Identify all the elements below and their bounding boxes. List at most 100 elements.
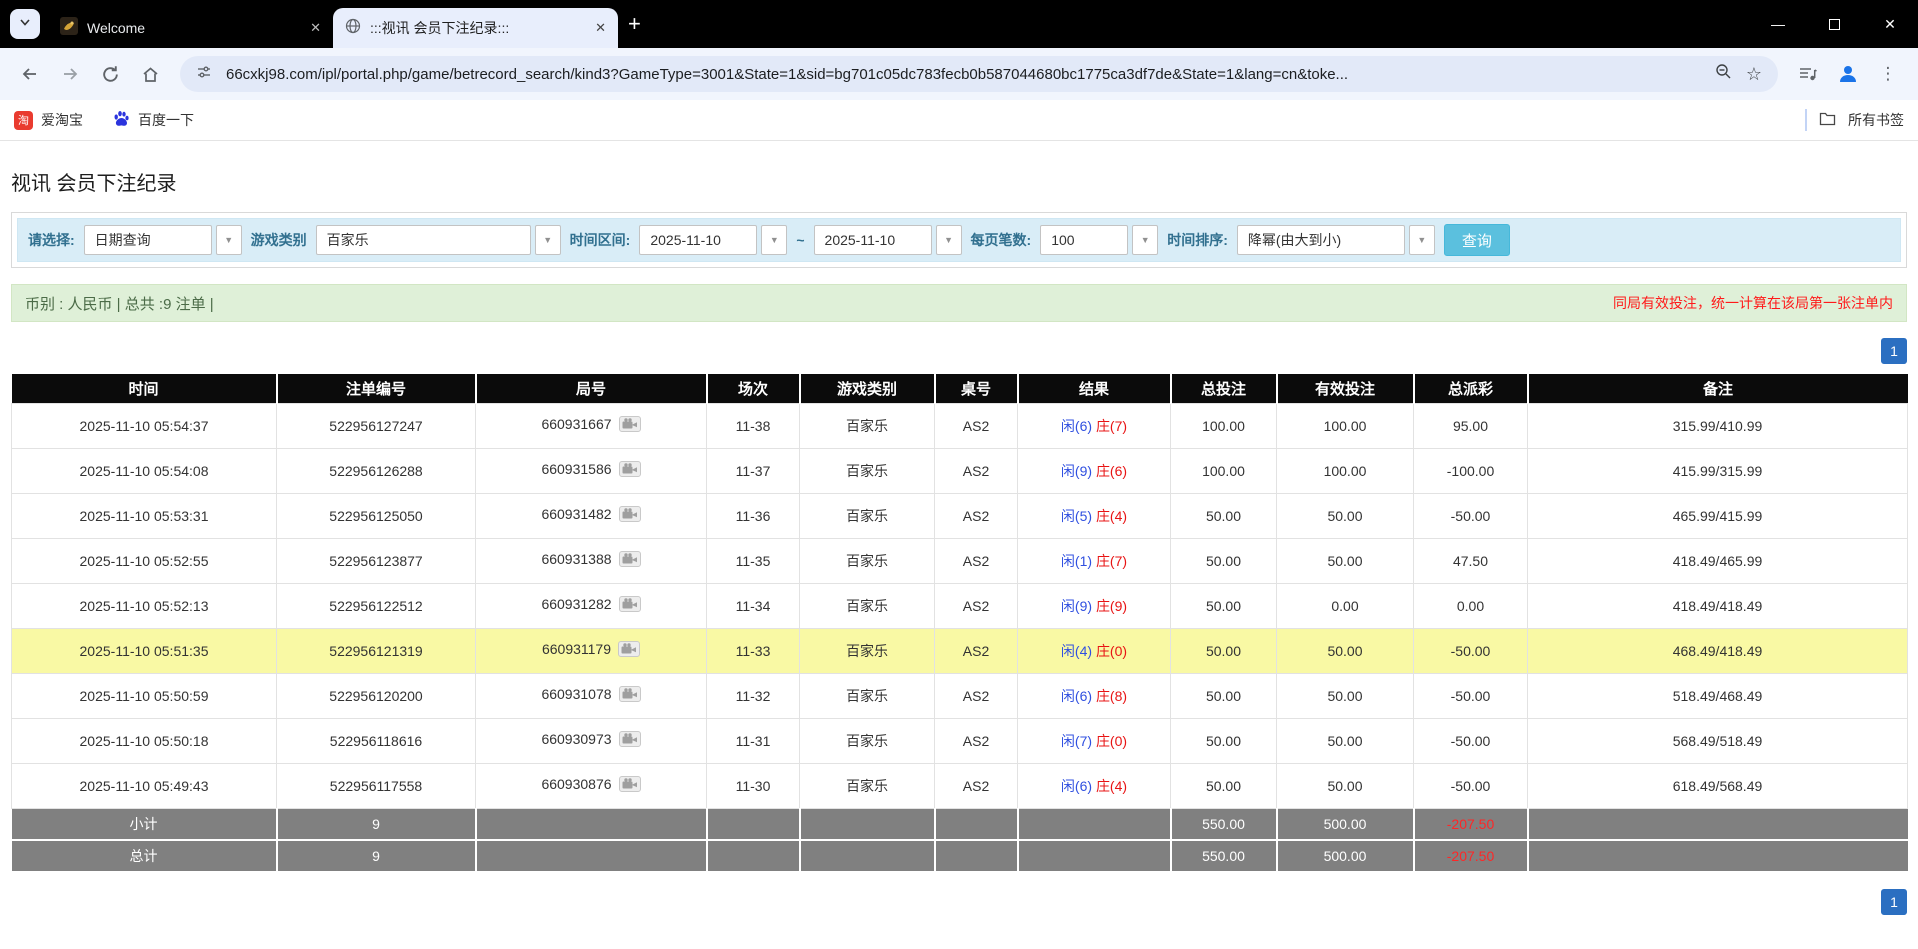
cell-time: 2025-11-10 05:50:59: [12, 673, 277, 718]
cell-game-type: 百家乐: [800, 538, 935, 583]
col-header-total-bet: 总投注: [1171, 374, 1277, 403]
bookmark-star-icon[interactable]: ☆: [1746, 64, 1762, 85]
menu-kebab-icon[interactable]: ⋮: [1870, 56, 1906, 92]
cell-result: 闲(1) 庄(7): [1018, 538, 1171, 583]
date-from-select[interactable]: 2025-11-10 ▼: [639, 225, 787, 255]
bookmark-baidu[interactable]: 百度一下: [113, 110, 194, 130]
page-1-button[interactable]: 1: [1881, 338, 1907, 364]
cell-bet-no: 522956127247: [277, 403, 476, 448]
cell-time: 2025-11-10 05:54:37: [12, 403, 277, 448]
window-maximize-button[interactable]: [1806, 0, 1862, 48]
cell-payout: -100.00: [1414, 448, 1528, 493]
round-no-text: 660931482: [541, 506, 611, 522]
url-bar[interactable]: 66cxkj98.com/ipl/portal.php/game/betreco…: [180, 56, 1778, 92]
profile-avatar-icon[interactable]: [1830, 56, 1866, 92]
chevron-down-icon[interactable]: ▼: [936, 225, 962, 255]
window-minimize-button[interactable]: —: [1750, 0, 1806, 48]
chevron-down-icon[interactable]: ▼: [535, 225, 561, 255]
window-close-button[interactable]: ✕: [1862, 0, 1918, 48]
tab-welcome[interactable]: Welcome ✕: [48, 8, 333, 48]
result-banker: 庄(8): [1096, 688, 1127, 704]
sort-select[interactable]: 降幂(由大到小) ▼: [1237, 225, 1435, 255]
video-camera-icon[interactable]: [619, 731, 641, 750]
chevron-down-icon[interactable]: ▼: [761, 225, 787, 255]
maximize-icon: [1829, 19, 1840, 30]
reload-button[interactable]: [92, 56, 128, 92]
bookmark-taobao[interactable]: 淘 爱淘宝: [14, 110, 83, 130]
search-button[interactable]: 查询: [1444, 224, 1510, 256]
video-camera-icon[interactable]: [619, 461, 641, 480]
cell-result: 闲(6) 庄(7): [1018, 403, 1171, 448]
video-camera-icon[interactable]: [619, 416, 641, 435]
video-camera-icon[interactable]: [619, 506, 641, 525]
video-camera-icon[interactable]: [618, 641, 640, 660]
cell-total-bet[interactable]: 50.00: [1171, 538, 1277, 583]
round-no-text: 660931388: [541, 551, 611, 567]
page-size-select[interactable]: 100 ▼: [1040, 225, 1158, 255]
new-tab-button[interactable]: +: [628, 11, 641, 37]
subtotal-empty-cell: [707, 808, 800, 840]
round-no-text: 660931667: [541, 416, 611, 432]
home-button[interactable]: [132, 56, 168, 92]
site-info-icon[interactable]: [196, 64, 212, 85]
pagination-bottom: 1: [11, 889, 1907, 915]
video-camera-icon[interactable]: [619, 551, 641, 570]
col-header-payout: 总派彩: [1414, 374, 1528, 403]
cell-game-type: 百家乐: [800, 493, 935, 538]
zoom-out-icon[interactable]: [1715, 63, 1732, 85]
video-camera-icon[interactable]: [619, 776, 641, 795]
page-1-button[interactable]: 1: [1881, 889, 1907, 915]
date-to-select[interactable]: 2025-11-10 ▼: [814, 225, 962, 255]
tab-close-icon[interactable]: ✕: [595, 20, 606, 36]
chevron-down-icon[interactable]: ▼: [1409, 225, 1435, 255]
cell-time: 2025-11-10 05:51:35: [12, 628, 277, 673]
cell-note: 618.49/568.49: [1528, 763, 1908, 808]
cell-total-bet[interactable]: 50.00: [1171, 763, 1277, 808]
query-type-select[interactable]: 日期查询 ▼: [84, 225, 242, 255]
cell-payout: 95.00: [1414, 403, 1528, 448]
cell-bet-no: 522956126288: [277, 448, 476, 493]
tab-betrecord[interactable]: :::视讯 会员下注纪录::: ✕: [333, 8, 618, 48]
media-controls-icon[interactable]: [1790, 56, 1826, 92]
chevron-down-icon[interactable]: ▼: [216, 225, 242, 255]
col-header-note: 备注: [1528, 374, 1908, 403]
result-banker: 庄(0): [1096, 643, 1127, 659]
cell-payout: -50.00: [1414, 718, 1528, 763]
subtotal-payout: -207.50: [1414, 808, 1528, 840]
url-text[interactable]: 66cxkj98.com/ipl/portal.php/game/betreco…: [226, 66, 1701, 83]
back-button[interactable]: [12, 56, 48, 92]
video-camera-icon[interactable]: [619, 596, 641, 615]
cell-total-bet[interactable]: 100.00: [1171, 448, 1277, 493]
cell-payout: 0.00: [1414, 583, 1528, 628]
cell-total-bet[interactable]: 50.00: [1171, 673, 1277, 718]
cell-game-type: 百家乐: [800, 628, 935, 673]
cell-result: 闲(9) 庄(9): [1018, 583, 1171, 628]
cell-total-bet[interactable]: 100.00: [1171, 403, 1277, 448]
cell-total-bet[interactable]: 50.00: [1171, 583, 1277, 628]
game-type-select[interactable]: 百家乐 ▼: [316, 225, 561, 255]
cell-result: 闲(6) 庄(8): [1018, 673, 1171, 718]
video-camera-icon[interactable]: [619, 686, 641, 705]
subtotal-empty-cell: [476, 808, 707, 840]
cell-total-bet[interactable]: 50.00: [1171, 628, 1277, 673]
select-label: 请选择:: [28, 230, 75, 250]
forward-button[interactable]: [52, 56, 88, 92]
cell-time: 2025-11-10 05:49:43: [12, 763, 277, 808]
cell-total-bet[interactable]: 50.00: [1171, 493, 1277, 538]
chevron-down-icon[interactable]: ▼: [1132, 225, 1158, 255]
cell-bet-no: 522956122512: [277, 583, 476, 628]
cell-total-bet[interactable]: 50.00: [1171, 718, 1277, 763]
round-no-text: 660930876: [541, 776, 611, 792]
tab-close-icon[interactable]: ✕: [310, 20, 321, 36]
cell-table-no: AS2: [935, 493, 1018, 538]
cell-game-type: 百家乐: [800, 583, 935, 628]
result-banker: 庄(4): [1096, 778, 1127, 794]
result-player: 闲(6): [1061, 778, 1092, 794]
all-bookmarks-button[interactable]: 所有书签: [1848, 110, 1904, 130]
cell-session: 11-31: [707, 718, 800, 763]
cell-note: 568.49/518.49: [1528, 718, 1908, 763]
cell-table-no: AS2: [935, 403, 1018, 448]
cell-valid-bet: 0.00: [1277, 583, 1414, 628]
tab-search-button[interactable]: [10, 9, 40, 39]
result-banker: 庄(6): [1096, 463, 1127, 479]
